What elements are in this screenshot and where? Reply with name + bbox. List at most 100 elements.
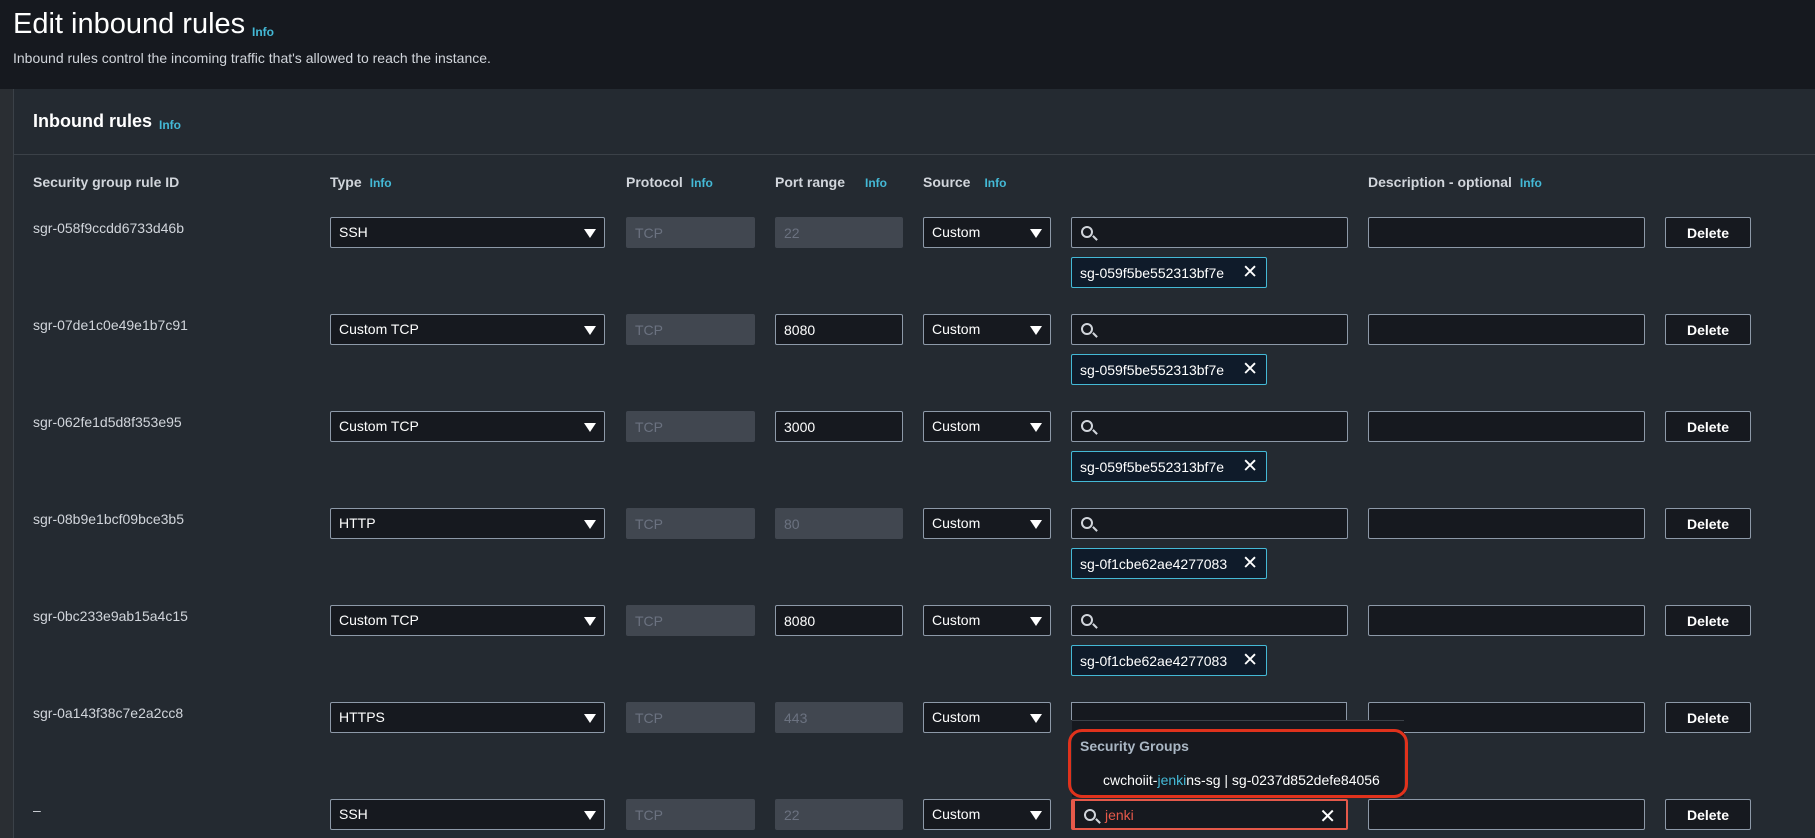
page-header: [0, 0, 1815, 89]
source-value: Custom: [932, 515, 981, 531]
dropdown-caret-icon: [1030, 520, 1042, 529]
remove-token-icon[interactable]: ✕: [1242, 552, 1258, 575]
delete-rule-button[interactable]: Delete: [1665, 702, 1751, 733]
rule-id: sgr-058f9ccdd6733d46b: [33, 220, 185, 236]
source-select[interactable]: Custom: [923, 411, 1051, 442]
protocol-info-link[interactable]: Info: [691, 176, 713, 190]
rule-id: –: [33, 802, 41, 818]
dropdown-caret-icon: [584, 714, 596, 723]
dropdown-caret-icon: [584, 811, 596, 820]
dropdown-caret-icon: [1030, 326, 1042, 335]
port-range-input: 80: [775, 508, 903, 539]
delete-rule-button[interactable]: Delete: [1665, 508, 1751, 539]
remove-token-icon[interactable]: ✕: [1242, 649, 1258, 672]
remove-token-icon[interactable]: ✕: [1242, 261, 1258, 284]
panel-header: Inbound rules Info: [14, 89, 1815, 155]
source-select[interactable]: Custom: [923, 799, 1051, 830]
rule-id: sgr-0bc233e9ab15a4c15: [33, 608, 188, 624]
remove-token-icon[interactable]: ✕: [1242, 358, 1258, 381]
source-value: Custom: [932, 709, 981, 725]
protocol-field: TCP: [626, 508, 755, 539]
source-search-input[interactable]: [1071, 411, 1348, 442]
delete-rule-button[interactable]: Delete: [1665, 314, 1751, 345]
panel-title-info-link[interactable]: Info: [159, 118, 181, 132]
delete-rule-button[interactable]: Delete: [1665, 217, 1751, 248]
column-header-description: Description - optional Info: [1368, 174, 1542, 190]
port-range-input[interactable]: 8080: [775, 605, 903, 636]
type-select[interactable]: HTTPS: [330, 702, 605, 733]
source-value: Custom: [932, 418, 981, 434]
column-header-rule-id-label: Security group rule ID: [33, 174, 180, 190]
protocol-field: TCP: [626, 702, 755, 733]
source-value: Custom: [932, 612, 981, 628]
type-select[interactable]: HTTP: [330, 508, 605, 539]
source-search-input[interactable]: [1071, 605, 1348, 636]
port-range-input[interactable]: 8080: [775, 314, 903, 345]
source-token-label: sg-0f1cbe62ae4277083: [1080, 556, 1228, 572]
dropdown-caret-icon: [584, 423, 596, 432]
rule-id: sgr-062fe1d5d8f353e95: [33, 414, 182, 430]
type-value: Custom TCP: [339, 612, 419, 628]
port-range-input: 443: [775, 702, 903, 733]
description-input[interactable]: [1368, 799, 1645, 830]
description-input[interactable]: [1368, 508, 1645, 539]
source-token: sg-0f1cbe62ae4277083 ✕: [1071, 548, 1267, 579]
source-token: sg-059f5be552313bf7e ✕: [1071, 257, 1267, 288]
source-value: Custom: [932, 224, 981, 240]
source-select[interactable]: Custom: [923, 702, 1051, 733]
type-info-link[interactable]: Info: [370, 176, 392, 190]
type-select[interactable]: SSH: [330, 799, 605, 830]
source-search-input[interactable]: [1071, 508, 1348, 539]
clear-icon[interactable]: ✕: [1319, 804, 1336, 829]
search-icon: [1081, 614, 1093, 626]
page-title-info-link[interactable]: Info: [252, 25, 274, 39]
column-header-type-label: Type: [330, 174, 362, 190]
port-range-input[interactable]: 3000: [775, 411, 903, 442]
source-select[interactable]: Custom: [923, 508, 1051, 539]
source-token-label: sg-0f1cbe62ae4277083: [1080, 653, 1228, 669]
description-input[interactable]: [1368, 702, 1645, 733]
description-input[interactable]: [1368, 217, 1645, 248]
page-title: Edit inbound rules: [13, 8, 246, 40]
dropdown-caret-icon: [1030, 811, 1042, 820]
delete-rule-button[interactable]: Delete: [1665, 411, 1751, 442]
type-select[interactable]: Custom TCP: [330, 314, 605, 345]
type-select[interactable]: Custom TCP: [330, 411, 605, 442]
type-value: Custom TCP: [339, 321, 419, 337]
type-select[interactable]: Custom TCP: [330, 605, 605, 636]
dropdown-caret-icon: [584, 520, 596, 529]
source-search-input[interactable]: jenki ✕: [1071, 799, 1348, 830]
description-input[interactable]: [1368, 605, 1645, 636]
type-value: SSH: [339, 806, 368, 822]
source-search-input[interactable]: [1071, 314, 1348, 345]
remove-token-icon[interactable]: ✕: [1242, 455, 1258, 478]
source-select[interactable]: Custom: [923, 605, 1051, 636]
dropdown-caret-icon: [584, 229, 596, 238]
source-info-link[interactable]: Info: [984, 176, 1006, 190]
column-header-protocol-label: Protocol: [626, 174, 683, 190]
protocol-field: TCP: [626, 411, 755, 442]
source-select[interactable]: Custom: [923, 314, 1051, 345]
dropdown-caret-icon: [1030, 423, 1042, 432]
search-icon: [1081, 420, 1093, 432]
type-select[interactable]: SSH: [330, 217, 605, 248]
rule-id: sgr-08b9e1bcf09bce3b5: [33, 511, 185, 527]
page-description: Inbound rules control the incoming traff…: [13, 50, 491, 66]
port-range-input: 22: [775, 217, 903, 248]
protocol-field: TCP: [626, 605, 755, 636]
column-header-port-range-label: Port range: [775, 174, 846, 190]
delete-rule-button[interactable]: Delete: [1665, 799, 1751, 830]
source-select[interactable]: Custom: [923, 217, 1051, 248]
search-icon: [1081, 323, 1093, 335]
description-input[interactable]: [1368, 314, 1645, 345]
description-input[interactable]: [1368, 411, 1645, 442]
delete-rule-button[interactable]: Delete: [1665, 605, 1751, 636]
search-icon: [1081, 517, 1093, 529]
source-search-input[interactable]: [1071, 217, 1348, 248]
column-header-rule-id: Security group rule ID: [33, 174, 179, 190]
description-info-link[interactable]: Info: [1520, 176, 1542, 190]
port-range-info-link[interactable]: Info: [865, 176, 887, 190]
type-value: Custom TCP: [339, 418, 419, 434]
source-token-label: sg-059f5be552313bf7e: [1080, 265, 1225, 281]
dropdown-caret-icon: [584, 326, 596, 335]
